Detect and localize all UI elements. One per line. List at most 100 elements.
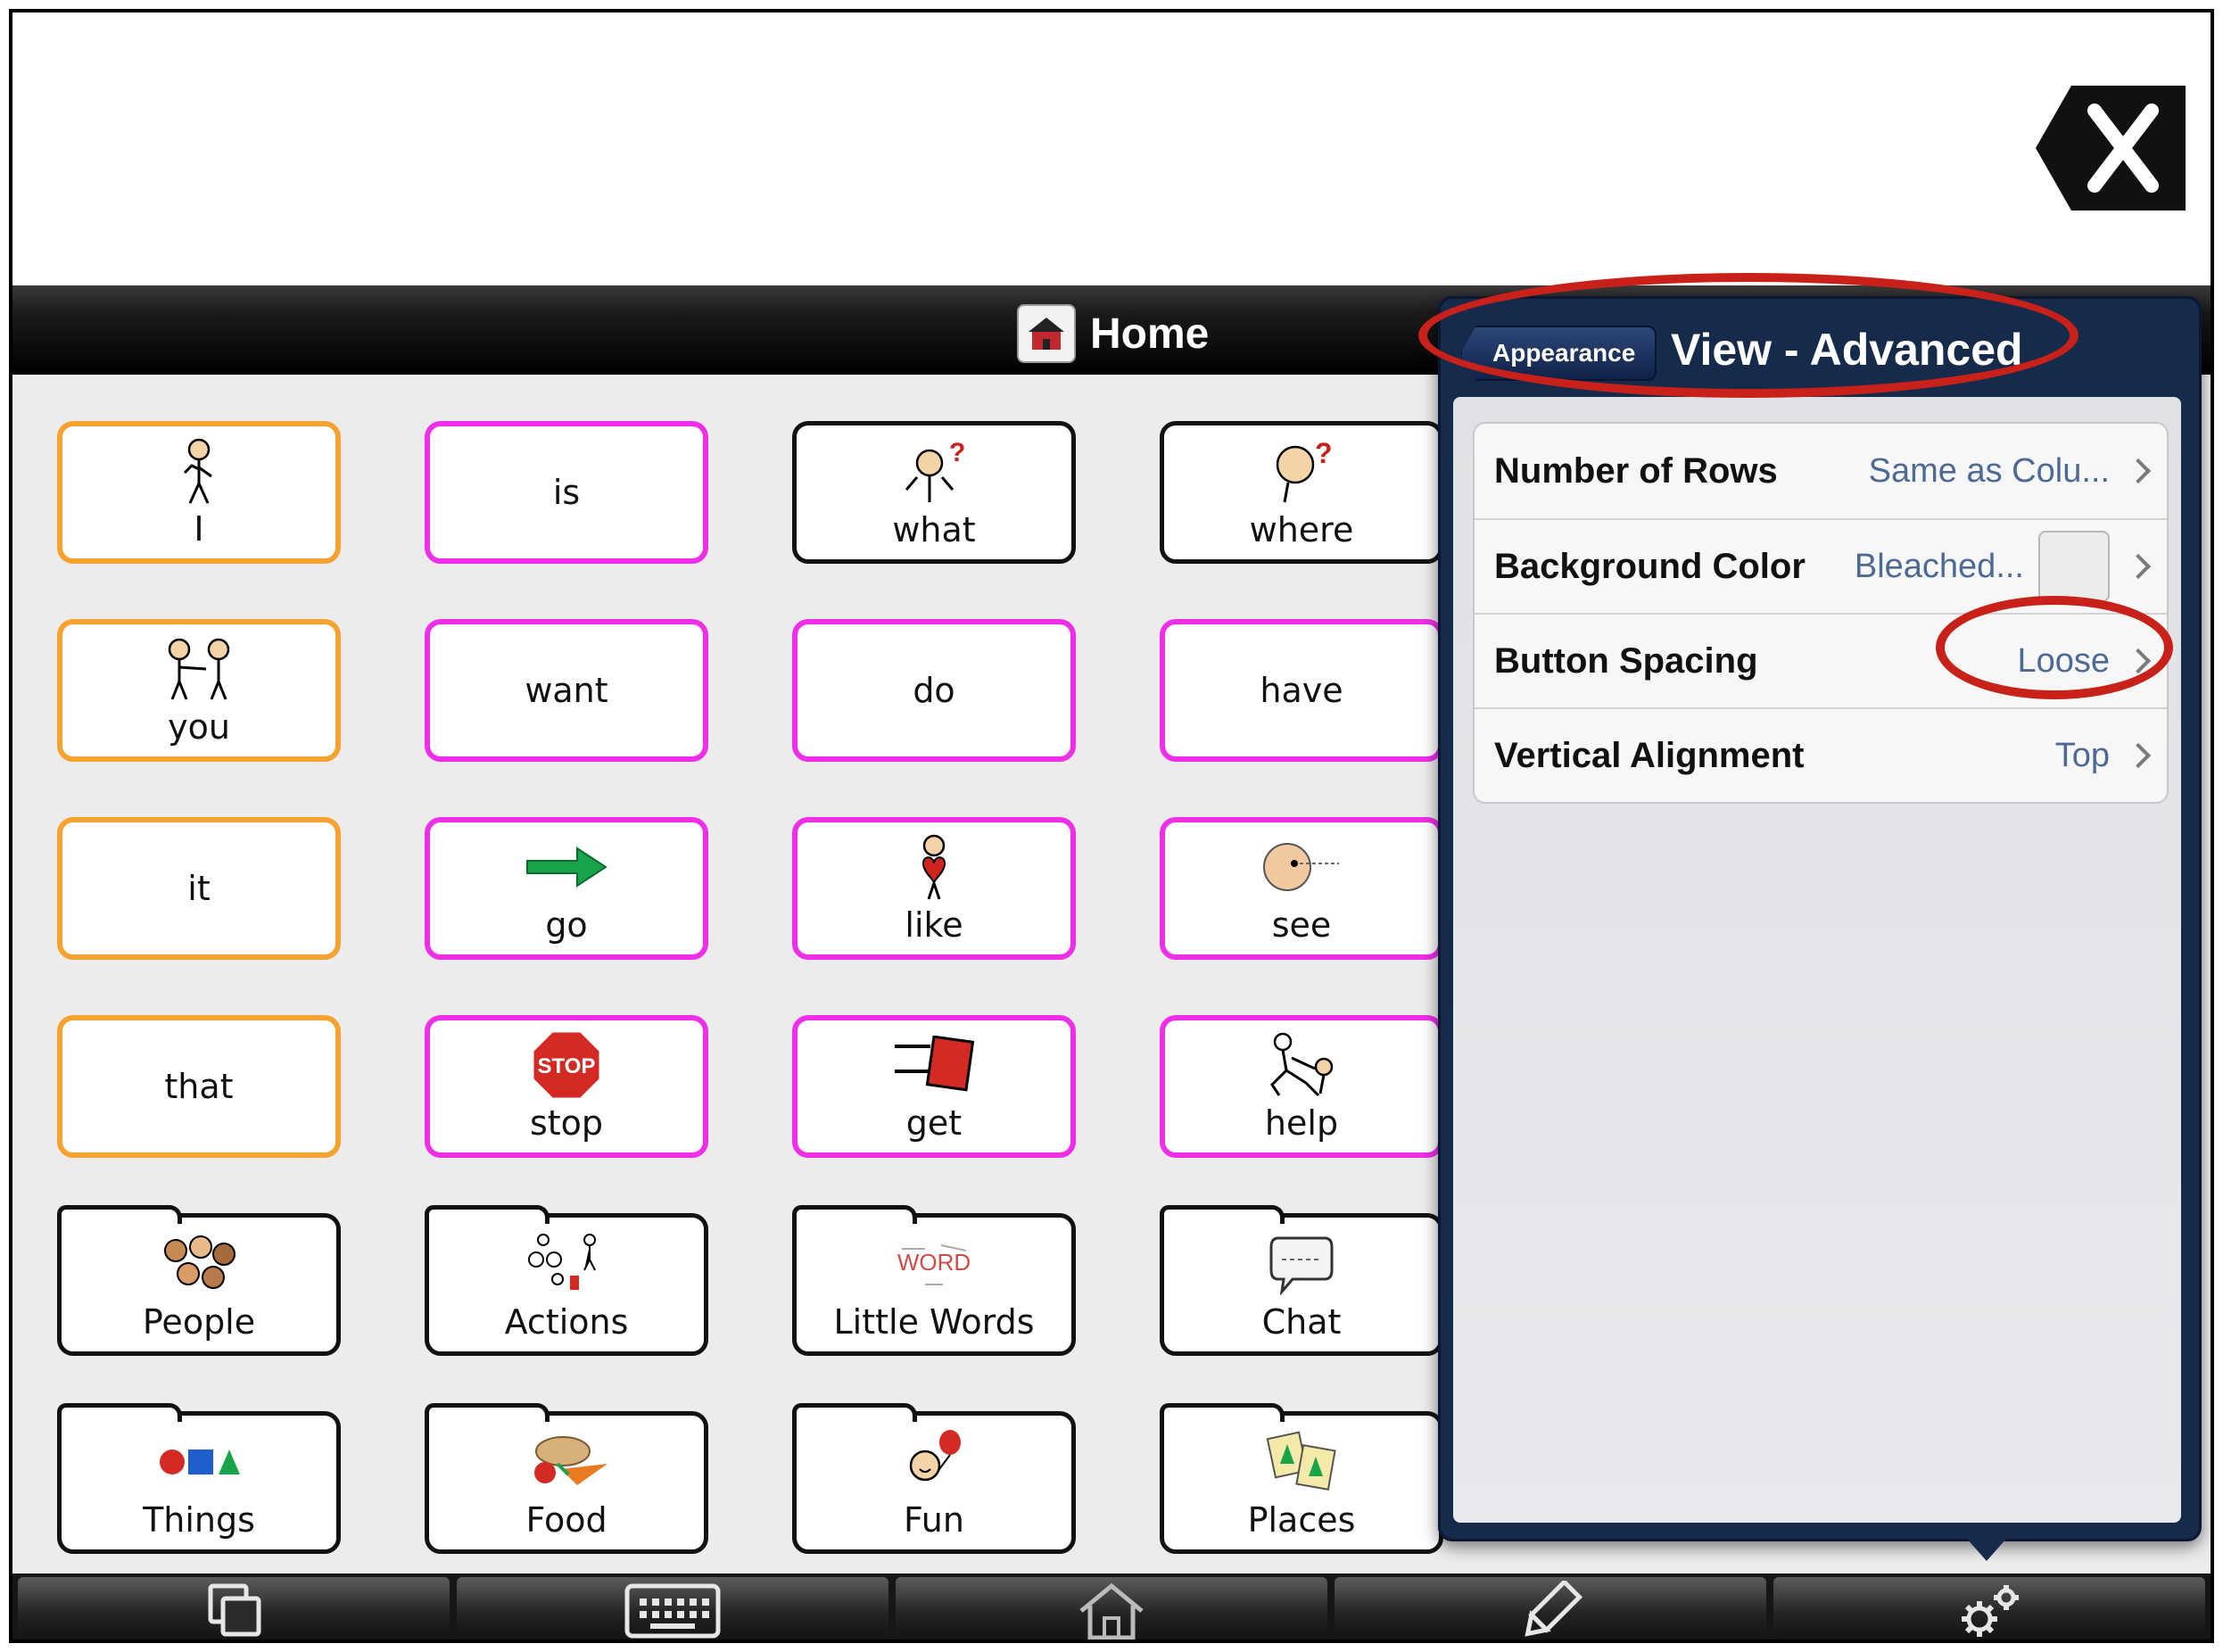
clear-message-button[interactable] <box>2036 86 2186 211</box>
grab-object-icon <box>891 1031 977 1099</box>
tile-label: that <box>164 1067 234 1106</box>
word-cloud-icon: WORD <box>889 1230 979 1298</box>
tile-that[interactable]: that <box>57 1015 341 1158</box>
folder-actions[interactable]: Actions <box>425 1205 708 1356</box>
tile-label: Little Words <box>833 1302 1035 1342</box>
tile-have[interactable]: have <box>1160 619 1443 762</box>
tile-stop[interactable]: STOP stop <box>425 1015 708 1158</box>
folder-places[interactable]: Places <box>1160 1403 1443 1554</box>
tile-label: it <box>187 869 211 908</box>
setting-label: Button Spacing <box>1494 640 1758 681</box>
house-icon <box>1017 304 1076 363</box>
tile-is[interactable]: is <box>425 421 708 564</box>
balloon-face-icon <box>898 1428 970 1496</box>
person-heart-icon <box>907 833 961 901</box>
tile-like[interactable]: like <box>792 817 1076 960</box>
tile-label: get <box>905 1103 963 1143</box>
eye-looking-icon <box>1257 833 1346 901</box>
app-frame: Home I is ? what ? where you want do hav… <box>9 9 2214 1643</box>
setting-label: Vertical Alignment <box>1494 735 1805 775</box>
green-arrow-icon <box>525 833 607 901</box>
tile-label: Fun <box>904 1500 964 1540</box>
home-icon <box>1079 1582 1144 1640</box>
tile-label: Actions <box>504 1302 629 1342</box>
tile-label: see <box>1271 905 1332 945</box>
folder-food[interactable]: Food <box>425 1403 708 1554</box>
popover-body: Number of Rows Same as Colu... Backgroun… <box>1453 397 2181 1523</box>
setting-value: Same as Colu... <box>1868 451 2110 490</box>
folder-little-words[interactable]: WORD Little Words <box>792 1205 1076 1356</box>
folder-people[interactable]: People <box>57 1205 341 1356</box>
setting-number-of-rows[interactable]: Number of Rows Same as Colu... <box>1475 424 2167 518</box>
map-cards-icon <box>1259 1428 1344 1496</box>
tile-i[interactable]: I <box>57 421 341 564</box>
tile-label: Chat <box>1261 1302 1342 1342</box>
color-swatch <box>2038 531 2110 602</box>
home-button[interactable] <box>896 1577 1327 1640</box>
chevron-right-icon <box>2125 458 2152 484</box>
stop-sign-icon: STOP <box>531 1029 602 1101</box>
group-of-people-icon <box>156 1230 242 1298</box>
tile-do[interactable]: do <box>792 619 1076 762</box>
tile-label: Places <box>1247 1500 1356 1540</box>
bottom-toolbar <box>12 1574 2211 1640</box>
tile-label: want <box>525 671 608 710</box>
word-cloud-text: WORD <box>897 1249 971 1276</box>
setting-vertical-alignment[interactable]: Vertical Alignment Top <box>1475 707 2167 802</box>
folder-things[interactable]: Things <box>57 1403 341 1554</box>
food-basket-icon <box>522 1428 611 1496</box>
close-x-icon <box>2036 86 2186 211</box>
person-pointing-self-icon <box>172 437 226 505</box>
tile-label: Food <box>525 1500 607 1540</box>
tile-go[interactable]: go <box>425 817 708 960</box>
setting-label: Number of Rows <box>1494 450 1778 491</box>
tile-want[interactable]: want <box>425 619 708 762</box>
chevron-right-icon <box>2125 553 2152 580</box>
tile-label: help <box>1264 1103 1339 1143</box>
setting-value: Bleached... <box>1854 547 2024 585</box>
actions-figures-icon <box>524 1230 609 1298</box>
person-helping-icon <box>1261 1031 1342 1099</box>
tile-label: where <box>1249 510 1354 549</box>
settings-button[interactable] <box>1773 1577 2205 1640</box>
tile-label: like <box>905 905 963 945</box>
person-question-icon: ? <box>894 438 974 506</box>
head-question-icon: ? <box>1261 438 1342 506</box>
tile-you[interactable]: you <box>57 619 341 762</box>
tile-label: stop <box>529 1103 604 1143</box>
tile-help[interactable]: help <box>1160 1015 1443 1158</box>
speech-bubble-icon <box>1266 1230 1337 1298</box>
tile-see[interactable]: see <box>1160 817 1443 960</box>
tile-label: what <box>892 510 976 549</box>
folder-fun[interactable]: Fun <box>792 1403 1076 1554</box>
tile-label: I <box>194 509 204 549</box>
copy-pages-button[interactable] <box>18 1577 450 1640</box>
svg-text:?: ? <box>1315 438 1333 469</box>
svg-text:?: ? <box>949 438 965 467</box>
gears-settings-icon <box>1962 1585 2019 1637</box>
tile-what[interactable]: ? what <box>792 421 1076 564</box>
board-title: Home <box>1017 304 1210 363</box>
tile-label: Things <box>143 1500 255 1540</box>
view-advanced-popover: Appearance View - Advanced Number of Row… <box>1438 296 2202 1541</box>
annotation-ring-spacing <box>1936 596 2173 699</box>
tile-label: you <box>168 707 230 747</box>
edit-button[interactable] <box>1335 1577 1766 1640</box>
copy-pages-icon <box>208 1583 261 1637</box>
setting-label: Background Color <box>1494 546 1806 586</box>
keyboard-icon <box>624 1583 721 1639</box>
message-window[interactable] <box>12 12 2211 285</box>
setting-value: Top <box>2054 736 2110 774</box>
tile-label: go <box>545 905 588 945</box>
tile-where[interactable]: ? where <box>1160 421 1443 564</box>
tile-get[interactable]: get <box>792 1015 1076 1158</box>
annotation-ring-header <box>1418 273 2078 398</box>
keyboard-button[interactable] <box>457 1577 888 1640</box>
tile-it[interactable]: it <box>57 817 341 960</box>
chevron-right-icon <box>2125 742 2152 769</box>
pencil-edit-icon <box>1525 1581 1583 1637</box>
folder-chat[interactable]: Chat <box>1160 1205 1443 1356</box>
tile-label: have <box>1260 671 1343 710</box>
stop-sign-text: STOP <box>538 1054 596 1078</box>
board-title-text: Home <box>1090 310 1210 358</box>
